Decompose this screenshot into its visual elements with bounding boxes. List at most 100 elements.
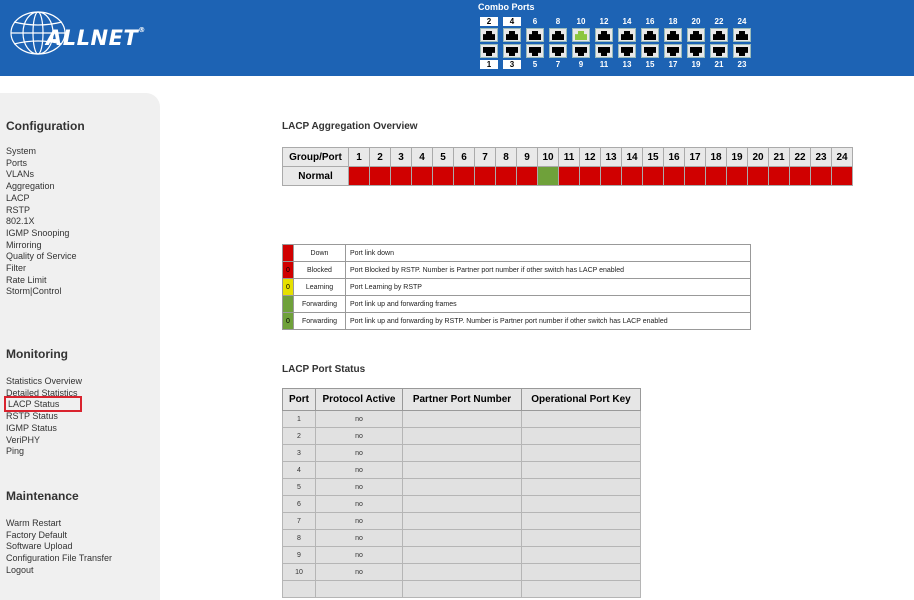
table-row: 4 no <box>282 461 641 479</box>
legend-swatch: 0 <box>282 278 294 296</box>
ethernet-port-icon <box>549 28 567 42</box>
cell-partner-port <box>402 529 522 547</box>
port-column-header: 15 <box>642 147 664 167</box>
ethernet-port-icon <box>572 28 590 42</box>
port-socket <box>736 31 748 40</box>
port-number-bottom: 11 <box>599 60 609 69</box>
legend-description: Port link up and forwarding by RSTP. Num… <box>345 312 751 330</box>
cell-operational-key <box>521 444 641 462</box>
port-number-top: 24 <box>737 17 747 26</box>
sidebar-item-factory-default[interactable]: Factory Default <box>6 529 67 541</box>
sidebar-item-igmp-status[interactable]: IGMP Status <box>6 422 57 434</box>
port-socket <box>713 31 725 40</box>
port-number-top: 8 <box>555 17 561 26</box>
ethernet-port-icon <box>618 44 636 58</box>
legend-state: Learning <box>293 278 346 296</box>
ethernet-port-icon <box>641 28 659 42</box>
legend-row: 0 Learning Port Learning by RSTP <box>282 278 751 296</box>
port-column-header: 6 <box>453 147 475 167</box>
cell-partner-port <box>402 478 522 496</box>
port-state-cell <box>390 166 412 186</box>
sidebar-item-rstp-status[interactable]: RSTP Status <box>6 410 58 422</box>
cell-port: 1 <box>282 410 316 428</box>
port-column-header: 4 <box>411 147 433 167</box>
ethernet-port-icon <box>503 44 521 58</box>
legend-state: Forwarding <box>293 312 346 330</box>
port-state-cell <box>516 166 538 186</box>
sidebar-item-warm-restart[interactable]: Warm Restart <box>6 517 61 529</box>
cell-partner-port <box>402 495 522 513</box>
port-column-header: 2 <box>369 147 391 167</box>
table-row: 9 no <box>282 546 641 564</box>
cell-operational-key <box>521 478 641 496</box>
brand-name: ALLNET® <box>46 26 146 50</box>
legend-description: Port link down <box>345 244 751 262</box>
cell-partner-port <box>402 444 522 462</box>
port-column-header: 16 <box>663 147 685 167</box>
port-socket <box>690 47 702 56</box>
port-column-header: 24 <box>831 147 853 167</box>
sidebar-item-802-1x[interactable]: 802.1X <box>6 215 35 227</box>
port-socket <box>644 47 656 56</box>
sidebar-item-lacp[interactable]: LACP <box>6 192 30 204</box>
port-column-header: 3 <box>390 147 412 167</box>
ethernet-port-icon <box>595 28 613 42</box>
port-state-cell <box>726 166 748 186</box>
cell-operational-key <box>521 529 641 547</box>
sidebar-item-statistics-overview[interactable]: Statistics Overview <box>6 375 82 387</box>
sidebar-item-filter[interactable]: Filter <box>6 262 26 274</box>
port-number-bottom: 21 <box>714 60 724 69</box>
port-state-cell <box>642 166 664 186</box>
port-column-header: 5 <box>432 147 454 167</box>
port-socket <box>667 31 679 40</box>
sidebar-item-quality-of-service[interactable]: Quality of Service <box>6 250 77 262</box>
sidebar-item-configuration-file-transfer[interactable]: Configuration File Transfer <box>6 552 112 564</box>
cell-port: 5 <box>282 478 316 496</box>
sidebar-section-monitoring: Monitoring <box>6 347 68 361</box>
cell-port: 6 <box>282 495 316 513</box>
sidebar-item-veriphy[interactable]: VeriPHY <box>6 434 40 446</box>
sidebar-item-mirroring[interactable]: Mirroring <box>6 239 42 251</box>
sidebar-item-aggregation[interactable]: Aggregation <box>6 180 55 192</box>
cell-operational-key <box>521 512 641 530</box>
port-column-header: 17 <box>684 147 706 167</box>
port-socket <box>690 31 702 40</box>
sidebar-item-logout[interactable]: Logout <box>6 564 34 576</box>
cell-protocol-active: no <box>315 410 403 428</box>
port-socket <box>506 47 518 56</box>
sidebar-item-system[interactable]: System <box>6 145 36 157</box>
port-state-cell <box>705 166 727 186</box>
port-column-header: 1 <box>348 147 370 167</box>
sidebar-item-rate-limit[interactable]: Rate Limit <box>6 274 47 286</box>
cell-port: 7 <box>282 512 316 530</box>
port-socket <box>506 31 518 40</box>
col-protocol-active-header: Protocol Active <box>315 388 403 411</box>
sidebar-item-vlans[interactable]: VLANs <box>6 168 34 180</box>
port-number-bottom: 9 <box>578 60 584 69</box>
cell-protocol-active: no <box>315 495 403 513</box>
port-socket <box>483 47 495 56</box>
sidebar-item-ping[interactable]: Ping <box>6 445 24 457</box>
cell-operational-key <box>521 580 641 598</box>
sidebar-item-rstp[interactable]: RSTP <box>6 204 30 216</box>
group-normal-label: Normal <box>282 166 349 186</box>
port-socket <box>552 31 564 40</box>
port-state-cell <box>369 166 391 186</box>
sidebar-item-ports[interactable]: Ports <box>6 157 27 169</box>
port-state-cell <box>474 166 496 186</box>
sidebar-item-igmp-snooping[interactable]: IGMP Snooping <box>6 227 69 239</box>
cell-partner-port <box>402 580 522 598</box>
port-column-header: 9 <box>516 147 538 167</box>
legend-swatch <box>282 244 294 262</box>
legend-description: Port Blocked by RSTP. Number is Partner … <box>345 261 751 279</box>
cell-protocol-active: no <box>315 427 403 445</box>
cell-partner-port <box>402 461 522 479</box>
port-number-bottom: 1 <box>480 60 498 69</box>
aggregation-title: LACP Aggregation Overview <box>282 121 418 132</box>
port-state-cell <box>348 166 370 186</box>
cell-protocol-active: no <box>315 478 403 496</box>
sidebar-item-storm-control[interactable]: Storm|Control <box>6 285 61 297</box>
sidebar-item-software-upload[interactable]: Software Upload <box>6 540 73 552</box>
port-column-header: 18 <box>705 147 727 167</box>
cell-protocol-active: no <box>315 512 403 530</box>
